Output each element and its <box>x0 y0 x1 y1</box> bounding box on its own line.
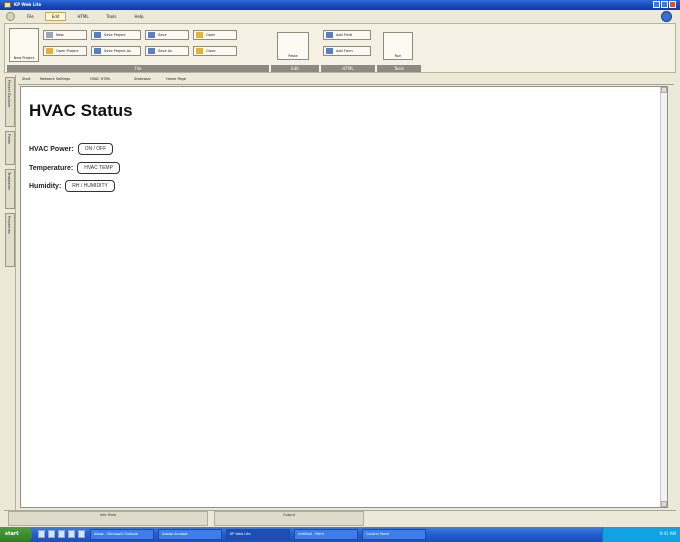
menu-tab-file[interactable]: File <box>20 12 41 21</box>
side-panel: Project Explorer Fields Templates Proper… <box>4 75 16 515</box>
window-controls <box>653 1 676 8</box>
hvac-power-row: HVAC Power: ON / OFF <box>29 143 114 155</box>
form-icon <box>326 48 333 54</box>
side-tab-templates[interactable]: Templates <box>5 169 15 209</box>
taskbar-item[interactable]: Adobe Acrobat <box>158 529 222 540</box>
menu-tab-edit[interactable]: Edit <box>44 12 67 21</box>
taskbar-item[interactable]: Control Panel <box>362 529 426 540</box>
humidity-label: Humidity: <box>29 182 62 190</box>
open-button[interactable]: Open <box>193 30 237 40</box>
menu-tab-tools[interactable]: Tools <box>100 12 124 21</box>
quick-launch-icon[interactable] <box>58 530 65 538</box>
save-as-icon <box>94 48 101 54</box>
doc-tab-hvac-html[interactable]: HVAC HTML <box>88 76 112 84</box>
run-button[interactable]: Run <box>383 32 413 60</box>
side-tab-properties[interactable]: Properties <box>5 213 15 267</box>
ribbon-group-file: New Project New Open Project Save Projec… <box>7 26 269 72</box>
ribbon-group-edit: Paste Edit <box>271 26 319 72</box>
humidity-row: Humidity: RH / HUMIDITY <box>29 180 115 192</box>
menu-bar: File Edit HTML Tools Help <box>0 10 680 23</box>
save-as-button[interactable]: Save As <box>145 46 189 56</box>
temperature-field[interactable]: HVAC TEMP <box>77 162 120 174</box>
document-tabs: Start Network Settings HVAC HTML Statusb… <box>18 75 674 85</box>
page-title: HVAC Status <box>29 101 133 120</box>
info-pane[interactable]: Info Pane <box>8 511 208 526</box>
humidity-field[interactable]: RH / HUMIDITY <box>65 180 115 192</box>
window-titlebar: KP Web Lite <box>0 0 680 10</box>
doc-tab-start[interactable]: Start <box>20 76 33 84</box>
bottom-panels: Info Pane Output <box>4 510 676 526</box>
start-button[interactable]: start <box>0 527 32 542</box>
close-file-button[interactable]: Close <box>193 46 237 56</box>
taskbar-item[interactable]: Untitled - Paint <box>294 529 358 540</box>
minimize-button[interactable] <box>653 1 660 8</box>
hvac-power-field[interactable]: ON / OFF <box>77 143 114 155</box>
field-icon <box>326 32 333 38</box>
quick-launch-icon[interactable] <box>68 530 75 538</box>
save-icon <box>94 32 101 38</box>
scroll-down-arrow-icon[interactable] <box>661 501 667 507</box>
ribbon-group-html: Add Field Add Form HTML <box>321 26 375 72</box>
vertical-scrollbar[interactable] <box>660 87 667 507</box>
taskbar: start Inbox - Microsoft Outlook Adobe Ac… <box>0 527 680 542</box>
window-title: KP Web Lite <box>14 2 42 7</box>
maximize-button[interactable] <box>661 1 668 8</box>
application-menu-button[interactable] <box>6 12 15 21</box>
open-project-button[interactable]: Open Project <box>43 46 87 56</box>
quick-launch-icon[interactable] <box>48 530 55 538</box>
new-project-button[interactable]: New Project <box>9 28 39 62</box>
hvac-power-label: HVAC Power: <box>29 145 74 153</box>
paste-button[interactable]: Paste <box>277 32 309 60</box>
quick-launch-icon[interactable] <box>38 530 45 538</box>
ribbon-group-label: Tools <box>377 65 421 72</box>
new-icon <box>46 32 53 38</box>
ribbon-group-label: HTML <box>321 65 375 72</box>
clock: 9:41 AM <box>659 531 676 536</box>
taskbar-item[interactable]: Inbox - Microsoft Outlook <box>90 529 154 540</box>
editor-content: HVAC Status HVAC Power: ON / OFF Tempera… <box>20 86 668 508</box>
close-button[interactable] <box>669 1 676 8</box>
menu-tabs: File Edit HTML Tools Help <box>20 12 151 21</box>
add-form-button[interactable]: Add Form <box>323 46 371 56</box>
side-tab-fields[interactable]: Fields <box>5 131 15 165</box>
temperature-label: Temperature: <box>29 164 74 172</box>
save-button[interactable]: Save <box>145 30 189 40</box>
new-button[interactable]: New <box>43 30 87 40</box>
ribbon-group-tools: Run Tools <box>377 26 421 72</box>
open-icon <box>196 32 203 38</box>
scroll-up-arrow-icon[interactable] <box>661 87 667 93</box>
side-tab-project-explorer[interactable]: Project Explorer <box>5 77 15 127</box>
save-project-as-button[interactable]: Save Project As <box>91 46 141 56</box>
ribbon: New Project New Open Project Save Projec… <box>4 23 676 73</box>
output-pane[interactable]: Output <box>214 511 364 526</box>
doc-tab-home-page[interactable]: Home Page <box>164 76 188 84</box>
taskbar-item-active[interactable]: KP Web Lite <box>226 529 290 540</box>
quick-launch-icon[interactable] <box>78 530 85 538</box>
help-icon[interactable] <box>661 11 672 22</box>
temperature-row: Temperature: HVAC TEMP <box>29 162 120 174</box>
add-field-button[interactable]: Add Field <box>323 30 371 40</box>
disk-icon <box>148 48 155 54</box>
close-folder-icon <box>196 48 203 54</box>
ribbon-group-label: File <box>7 65 269 72</box>
menu-tab-html[interactable]: HTML <box>70 12 95 21</box>
folder-icon <box>46 48 53 54</box>
save-project-button[interactable]: Save Project <box>91 30 141 40</box>
system-tray: 9:41 AM <box>602 527 680 542</box>
doc-tab-network-settings[interactable]: Network Settings <box>38 76 72 84</box>
doc-tab-statusbar[interactable]: Statusbar <box>132 76 153 84</box>
menu-tab-help[interactable]: Help <box>127 12 150 21</box>
ribbon-group-label: Edit <box>271 65 319 72</box>
disk-icon <box>148 32 155 38</box>
app-icon <box>4 2 11 8</box>
